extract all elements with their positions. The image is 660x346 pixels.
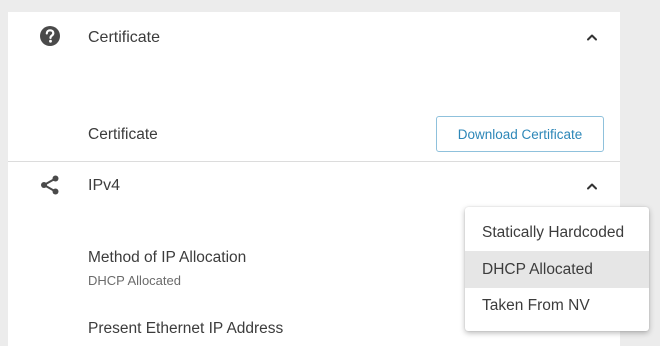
ipv4-section-header[interactable]: IPv4 (8, 162, 620, 212)
dropdown-option-statically-hardcoded[interactable]: Statically Hardcoded (465, 214, 649, 251)
download-certificate-button[interactable]: Download Certificate (436, 116, 604, 152)
method-of-ip-allocation-value: DHCP Allocated (88, 273, 181, 288)
method-of-ip-allocation-label: Method of IP Allocation (88, 249, 247, 266)
dropdown-option-taken-from-nv[interactable]: Taken From NV (465, 287, 649, 324)
certificate-row-label: Certificate (88, 126, 158, 143)
ip-allocation-dropdown-menu: Statically Hardcoded DHCP Allocated Take… (465, 207, 649, 331)
chevron-up-icon[interactable] (585, 181, 599, 191)
certificate-section-title: Certificate (88, 29, 161, 46)
present-ethernet-ip-label: Present Ethernet IP Address (88, 320, 284, 337)
certificate-section-header[interactable]: Certificate (8, 12, 620, 62)
chevron-up-icon[interactable] (585, 32, 599, 42)
share-icon (41, 175, 59, 195)
question-circle-icon (40, 26, 60, 46)
ipv4-section-title: IPv4 (88, 177, 121, 194)
dropdown-option-dhcp-allocated[interactable]: DHCP Allocated (465, 251, 649, 288)
